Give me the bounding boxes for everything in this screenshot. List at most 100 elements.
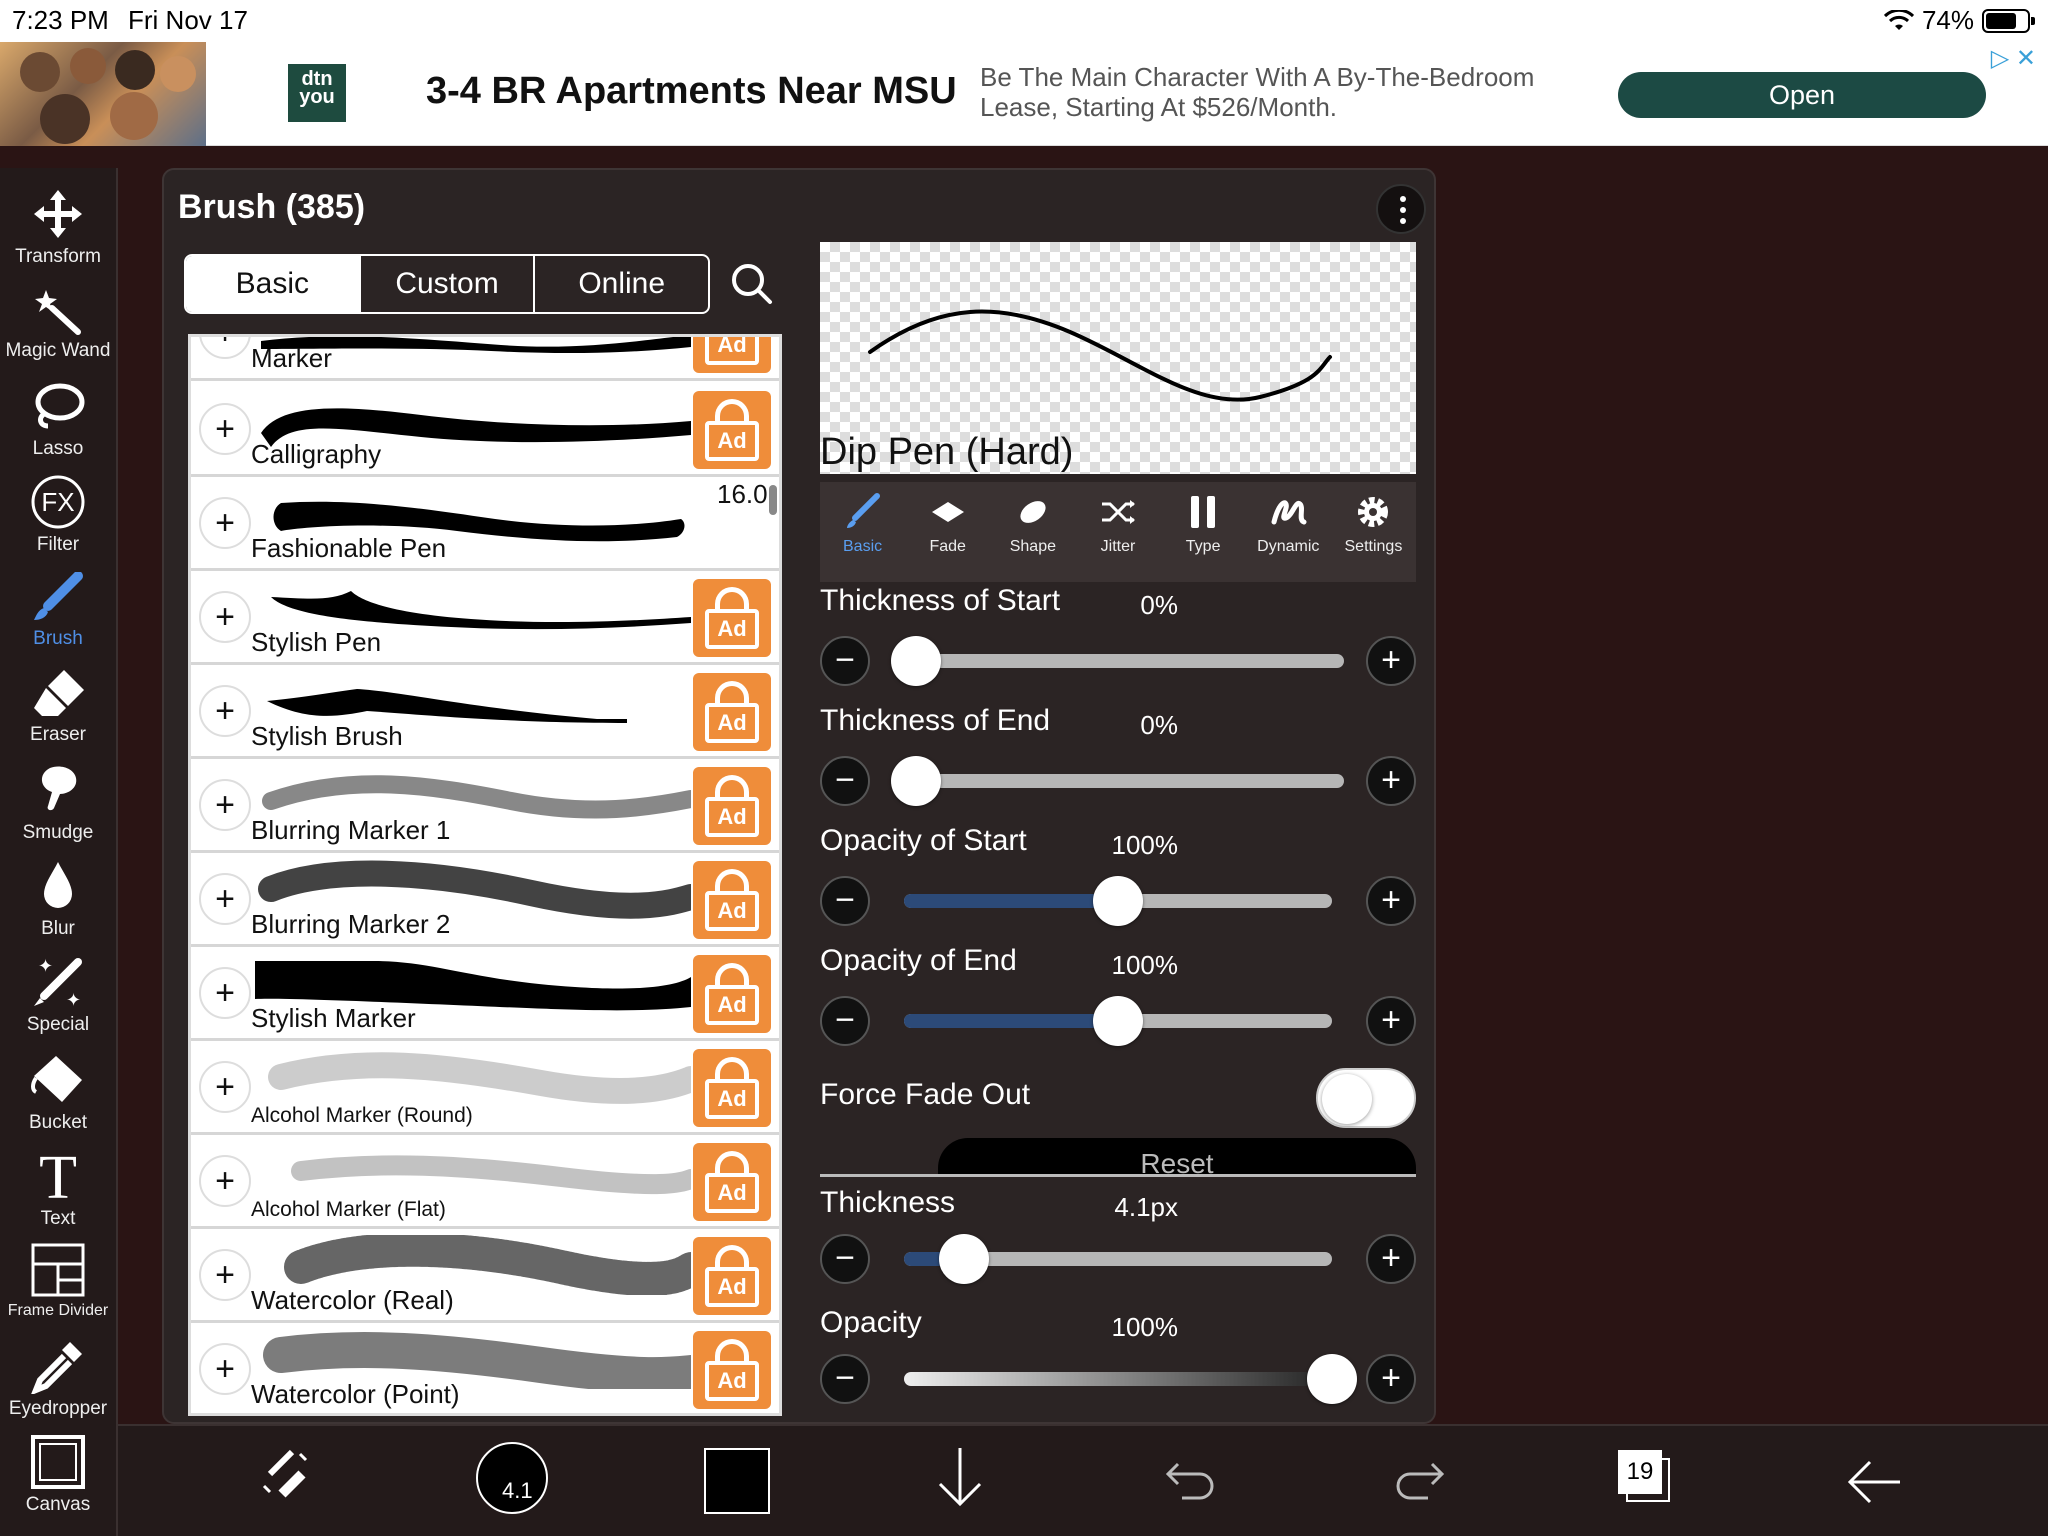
tab-custom[interactable]: Custom	[361, 256, 536, 312]
tool-special[interactable]: ✦ ✦ Special	[0, 954, 116, 1036]
tab-online[interactable]: Online	[535, 256, 708, 312]
tab-basic[interactable]: Basic	[186, 256, 361, 312]
thickness-start-slider[interactable]	[916, 654, 1344, 668]
prop-tab-shape[interactable]: Shape	[990, 482, 1075, 582]
brush-size-button[interactable]: 4.1	[476, 1442, 548, 1514]
tool-filter[interactable]: FX Filter	[0, 474, 116, 556]
prop-tab-jitter[interactable]: Jitter	[1075, 482, 1160, 582]
tool-blur[interactable]: Blur	[0, 858, 116, 940]
opacity-minus-button[interactable]: −	[820, 1354, 870, 1404]
brush-row-stylish-brush[interactable]: + Stylish Brush Ad	[191, 665, 779, 759]
add-brush-button[interactable]: +	[199, 1249, 251, 1301]
thickness-minus-button[interactable]: −	[820, 1234, 870, 1284]
ad-lock-icon[interactable]: Ad	[693, 1049, 771, 1127]
thickness-start-minus-button[interactable]: −	[820, 636, 870, 686]
add-brush-button[interactable]: +	[199, 337, 251, 359]
brush-row-alcohol-marker-round[interactable]: + Alcohol Marker (Round) Ad	[191, 1041, 779, 1135]
opacity-start-thumb[interactable]	[1093, 876, 1143, 926]
ad-title[interactable]: 3-4 BR Apartments Near MSU	[426, 70, 957, 113]
ad-lock-icon[interactable]: Ad	[693, 337, 771, 373]
add-brush-button[interactable]: +	[199, 1061, 251, 1113]
prop-tab-dynamic[interactable]: Dynamic	[1246, 482, 1331, 582]
brush-row-watercolor-real[interactable]: + Watercolor (Real) Ad	[191, 1229, 779, 1323]
ad-lock-icon[interactable]: Ad	[693, 391, 771, 469]
tool-text[interactable]: T Text	[0, 1146, 116, 1230]
ad-lock-icon[interactable]: Ad	[693, 673, 771, 751]
brush-row-fashionable-pen[interactable]: + Fashionable Pen 16.0	[191, 477, 779, 571]
add-brush-button[interactable]: +	[199, 779, 251, 831]
layers-button[interactable]: 19	[1618, 1450, 1674, 1506]
thickness-end-minus-button[interactable]: −	[820, 756, 870, 806]
opacity-end-plus-button[interactable]: +	[1366, 996, 1416, 1046]
add-brush-button[interactable]: +	[199, 591, 251, 643]
tool-smudge[interactable]: Smudge	[0, 762, 116, 844]
tool-lasso[interactable]: Lasso	[0, 380, 116, 460]
ad-lock-icon[interactable]: Ad	[693, 955, 771, 1033]
opacity-start-minus-button[interactable]: −	[820, 876, 870, 926]
brush-row-stylish-marker[interactable]: + Stylish Marker Ad	[191, 947, 779, 1041]
thickness-end-thumb[interactable]	[891, 756, 941, 806]
ad-lock-icon[interactable]: Ad	[693, 861, 771, 939]
prop-tab-fade[interactable]: Fade	[905, 482, 990, 582]
opacity-slider[interactable]	[904, 1372, 1332, 1386]
thickness-start-plus-button[interactable]: +	[1366, 636, 1416, 686]
add-brush-button[interactable]: +	[199, 403, 251, 455]
quick-switch-icon[interactable]	[256, 1444, 316, 1504]
thickness-end-plus-button[interactable]: +	[1366, 756, 1416, 806]
ad-lock-icon[interactable]: Ad	[693, 1237, 771, 1315]
undo-icon[interactable]	[1162, 1456, 1218, 1506]
ad-lock-icon[interactable]: Ad	[693, 1143, 771, 1221]
more-menu-icon[interactable]	[1376, 184, 1426, 234]
tool-bucket[interactable]: Bucket	[0, 1052, 116, 1134]
tool-transform[interactable]: Transform	[0, 186, 116, 268]
color-swatch[interactable]	[704, 1448, 770, 1514]
ad-open-button[interactable]: Open	[1618, 72, 1986, 118]
brush-list[interactable]: + Marker Ad + Calligraphy Ad + Fashionab…	[188, 334, 782, 1416]
brush-row-stylish-pen[interactable]: + Stylish Pen Ad	[191, 571, 779, 665]
prop-tab-settings[interactable]: Settings	[1331, 482, 1416, 582]
thickness-start-label: Thickness of Start	[820, 584, 1061, 617]
tool-magic-wand[interactable]: Magic Wand	[0, 284, 116, 362]
brush-row-blurring-marker-2[interactable]: + Blurring Marker 2 Ad	[191, 853, 779, 947]
opacity-end-minus-button[interactable]: −	[820, 996, 870, 1046]
ad-lock-icon[interactable]: Ad	[693, 579, 771, 657]
prop-tab-type[interactable]: Type	[1161, 482, 1246, 582]
back-arrow-icon[interactable]	[1844, 1454, 1904, 1510]
force-fade-out-toggle[interactable]	[1316, 1068, 1416, 1128]
brush-row-calligraphy[interactable]: + Calligraphy Ad	[191, 383, 779, 477]
opacity-start-plus-button[interactable]: +	[1366, 876, 1416, 926]
brush-row-blurring-marker-1[interactable]: + Blurring Marker 1 Ad	[191, 759, 779, 853]
prop-tab-basic[interactable]: Basic	[820, 482, 905, 582]
ad-lock-icon[interactable]: Ad	[693, 767, 771, 845]
brush-row-alcohol-marker-flat[interactable]: + Alcohol Marker (Flat) Ad	[191, 1135, 779, 1229]
opacity-thumb[interactable]	[1307, 1354, 1357, 1404]
arrow-down-icon[interactable]	[932, 1444, 988, 1512]
add-brush-button[interactable]: +	[199, 873, 251, 925]
add-brush-button[interactable]: +	[199, 685, 251, 737]
thickness-plus-button[interactable]: +	[1366, 1234, 1416, 1284]
brush-row-watercolor-point[interactable]: + Watercolor (Point) Ad	[191, 1323, 779, 1413]
list-scrollbar[interactable]	[769, 485, 777, 515]
add-brush-button[interactable]: +	[199, 497, 251, 549]
tool-canvas[interactable]: Canvas	[0, 1434, 116, 1516]
ad-lock-icon[interactable]: Ad	[693, 1331, 771, 1409]
tool-frame-divider[interactable]: Frame Divider	[0, 1242, 116, 1320]
thickness-start-thumb[interactable]	[891, 636, 941, 686]
tool-eyedropper[interactable]: Eyedropper	[0, 1338, 116, 1420]
ad-banner[interactable]: dtn you 3-4 BR Apartments Near MSU Be Th…	[0, 40, 2048, 146]
reset-button[interactable]: Reset	[938, 1138, 1416, 1174]
opacity-end-thumb[interactable]	[1093, 996, 1143, 1046]
ad-close-icon[interactable]: ▷ ✕	[1991, 44, 2036, 73]
add-brush-button[interactable]: +	[199, 1155, 251, 1207]
redo-icon[interactable]	[1392, 1456, 1448, 1506]
brush-row-marker[interactable]: + Marker Ad	[191, 337, 779, 381]
tool-brush[interactable]: Brush	[0, 572, 116, 650]
add-brush-button[interactable]: +	[199, 967, 251, 1019]
search-icon[interactable]	[730, 262, 774, 306]
opacity-end-label: Opacity of End	[820, 944, 1017, 977]
thickness-thumb[interactable]	[938, 1234, 989, 1284]
thickness-end-slider[interactable]	[916, 774, 1344, 788]
add-brush-button[interactable]: +	[199, 1343, 251, 1395]
opacity-plus-button[interactable]: +	[1366, 1354, 1416, 1404]
tool-eraser[interactable]: Eraser	[0, 668, 116, 746]
